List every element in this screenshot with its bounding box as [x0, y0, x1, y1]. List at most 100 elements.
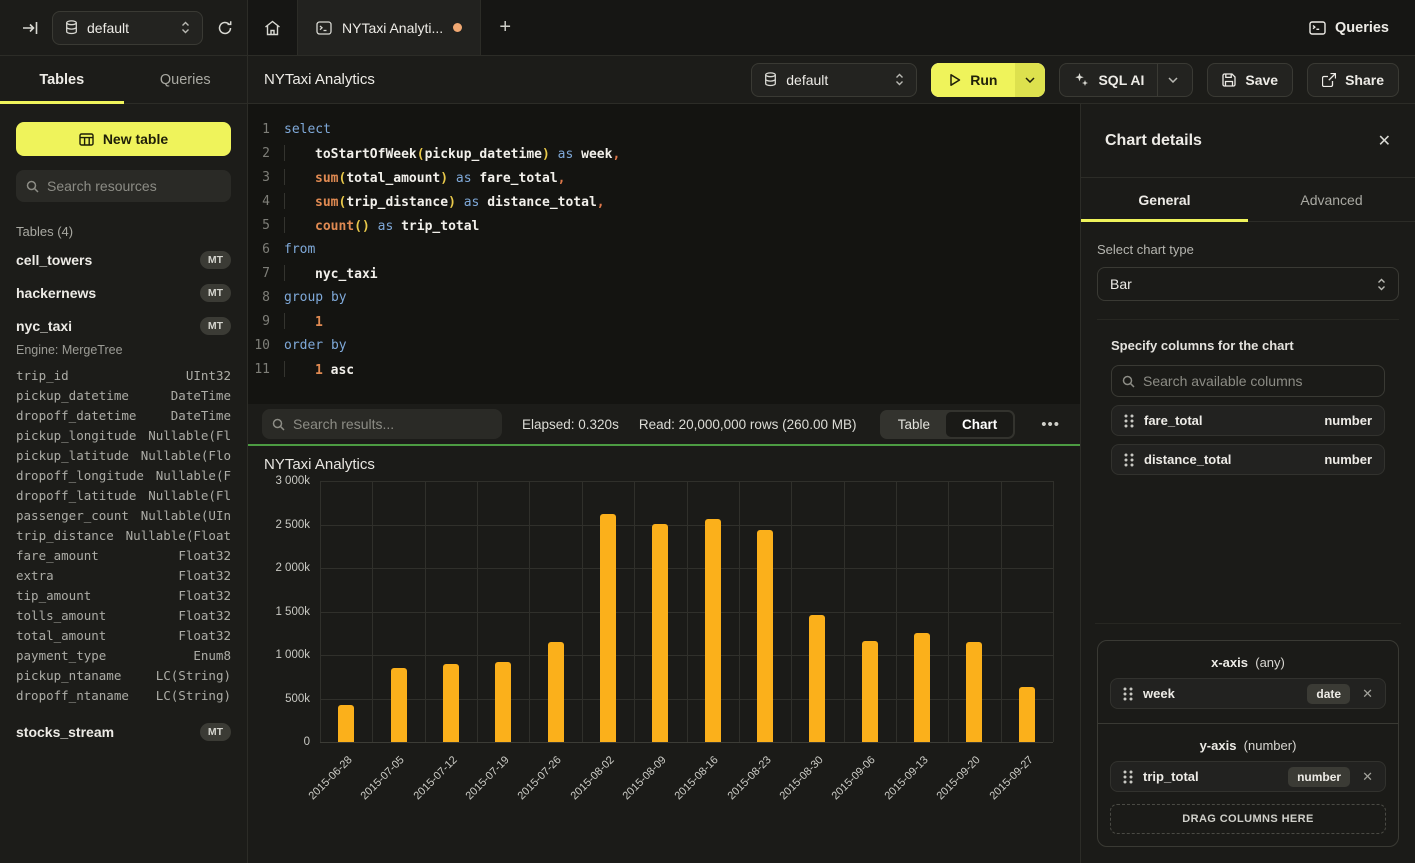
sidebar: Tables Queries New table Tables (4) cell… — [0, 56, 248, 863]
bar — [443, 664, 459, 742]
tab-advanced[interactable]: Advanced — [1248, 178, 1415, 221]
tables-list: cell_towersMThackernewsMTnyc_taxiMTEngin… — [16, 243, 231, 748]
resource-search-input[interactable] — [47, 178, 221, 194]
column-row: dropoff_longitudeNullable(F — [16, 465, 231, 485]
code-text: sum(trip_distance) as distance_total, — [284, 193, 605, 210]
x-axis-chip[interactable]: weekdate✕ — [1110, 678, 1386, 709]
column-type: Float32 — [178, 568, 231, 583]
column-row: total_amountFloat32 — [16, 625, 231, 645]
home-button[interactable] — [248, 0, 298, 55]
sql-ai-caret[interactable] — [1157, 64, 1178, 96]
column-row: trip_distanceNullable(Float — [16, 525, 231, 545]
toolbar-database-selector[interactable]: default — [751, 63, 917, 97]
chart-type-select[interactable]: Bar — [1097, 267, 1399, 301]
database-selector[interactable]: default — [52, 11, 203, 45]
gridline-v — [791, 481, 792, 742]
line-number: 8 — [248, 290, 284, 305]
view-toggle-chart[interactable]: Chart — [946, 412, 1013, 437]
remove-icon[interactable]: ✕ — [1362, 686, 1373, 702]
engine-badge: MT — [200, 251, 231, 269]
resource-search[interactable] — [16, 170, 231, 202]
code-line: 111 asc — [248, 357, 1080, 381]
sparkle-icon — [1074, 72, 1089, 87]
code-text: sum(total_amount) as fare_total, — [284, 169, 565, 186]
column-name: fare_amount — [16, 548, 99, 563]
x-tick-label: 2015-09-27 — [987, 754, 1035, 802]
results-search-input[interactable] — [293, 416, 492, 432]
share-button[interactable]: Share — [1307, 63, 1399, 97]
column-name: trip_distance — [16, 528, 114, 543]
run-button[interactable]: Run — [931, 63, 1045, 97]
x-tick-label: 2015-08-09 — [621, 754, 669, 802]
drag-handle-icon[interactable] — [1123, 687, 1133, 701]
axis-card: x-axis (any) weekdate✕ y-axis (number) t… — [1097, 640, 1399, 847]
console-icon — [316, 21, 332, 35]
column-name: pickup_latitude — [16, 448, 129, 463]
chart-type-label: Select chart type — [1097, 242, 1399, 257]
line-number: 10 — [248, 338, 284, 353]
read-stat: Read: 20,000,000 rows (260.00 MB) — [639, 417, 857, 432]
x-tick-label: 2015-09-13 — [882, 754, 930, 802]
collapse-sidebar-icon[interactable] — [22, 21, 38, 35]
run-options-caret[interactable] — [1015, 63, 1045, 97]
column-type: LC(String) — [156, 688, 231, 703]
column-name: trip_id — [16, 368, 69, 383]
share-label: Share — [1345, 72, 1384, 88]
x-tick-label: 2015-07-05 — [359, 754, 407, 802]
sql-ai-button[interactable]: SQL AI — [1059, 63, 1193, 97]
database-icon — [764, 72, 777, 87]
panel-tabs: General Advanced — [1081, 178, 1415, 222]
line-number: 9 — [248, 314, 284, 329]
sidebar-tabs: Tables Queries — [0, 56, 247, 104]
column-type: DateTime — [171, 388, 231, 403]
view-toggle-table[interactable]: Table — [882, 412, 946, 437]
columns-search[interactable] — [1111, 365, 1385, 397]
code-line: 4sum(trip_distance) as distance_total, — [248, 189, 1080, 213]
more-options-icon[interactable]: ••• — [1035, 416, 1066, 433]
table-row[interactable]: hackernewsMT — [16, 276, 231, 309]
tab-general[interactable]: General — [1081, 178, 1248, 221]
chart-section: NYTaxi Analytics 0500k1 000k1 500k2 000k… — [248, 446, 1080, 863]
x-tick-label: 2015-08-02 — [568, 754, 616, 802]
save-button[interactable]: Save — [1207, 63, 1293, 97]
code-text: 1 — [284, 313, 323, 330]
refresh-icon[interactable] — [217, 20, 233, 36]
tables-section-label: Tables (4) — [16, 224, 231, 239]
gridline-v — [1001, 481, 1002, 742]
queries-button[interactable]: Queries — [1283, 0, 1415, 55]
column-type: Nullable(UIn — [141, 508, 231, 523]
y-tick-label: 0 — [304, 736, 310, 748]
search-icon — [1122, 375, 1135, 388]
line-number: 5 — [248, 218, 284, 233]
column-type: Nullable(Fl — [148, 428, 231, 443]
available-column-chip[interactable]: distance_totalnumber — [1111, 444, 1385, 475]
tab-nytaxi-analytics[interactable]: NYTaxi Analyti... — [298, 0, 481, 55]
drag-handle-icon[interactable] — [1124, 414, 1134, 428]
gridline-v — [477, 481, 478, 742]
columns-search-input[interactable] — [1143, 373, 1374, 389]
drag-handle-icon[interactable] — [1124, 453, 1134, 467]
column-type: Float32 — [178, 548, 231, 563]
drag-handle-icon[interactable] — [1123, 770, 1133, 784]
table-row[interactable]: stocks_streamMT — [16, 715, 231, 748]
column-type: Float32 — [178, 608, 231, 623]
chip-type: number — [1324, 452, 1372, 467]
available-column-chip[interactable]: fare_totalnumber — [1111, 405, 1385, 436]
remove-icon[interactable]: ✕ — [1362, 769, 1373, 785]
y-axis-chip[interactable]: trip_totalnumber✕ — [1110, 761, 1386, 792]
drop-zone[interactable]: DRAG COLUMNS HERE — [1110, 804, 1386, 834]
column-name: extra — [16, 568, 54, 583]
sidebar-tab-tables[interactable]: Tables — [0, 56, 124, 103]
sql-editor[interactable]: 1select2toStartOfWeek(pickup_datetime) a… — [248, 104, 1080, 404]
save-icon — [1222, 73, 1236, 87]
close-icon[interactable]: ✕ — [1378, 131, 1391, 151]
results-search[interactable] — [262, 409, 502, 439]
table-row[interactable]: cell_towersMT — [16, 243, 231, 276]
toolbar-database-value: default — [786, 72, 886, 88]
sidebar-tab-queries[interactable]: Queries — [124, 56, 248, 103]
new-tab-button[interactable]: + — [481, 0, 529, 55]
new-table-button[interactable]: New table — [16, 122, 231, 156]
table-row[interactable]: nyc_taxiMT — [16, 309, 231, 342]
column-row: pickup_ntanameLC(String) — [16, 665, 231, 685]
x-tick-label: 2015-06-28 — [306, 754, 354, 802]
